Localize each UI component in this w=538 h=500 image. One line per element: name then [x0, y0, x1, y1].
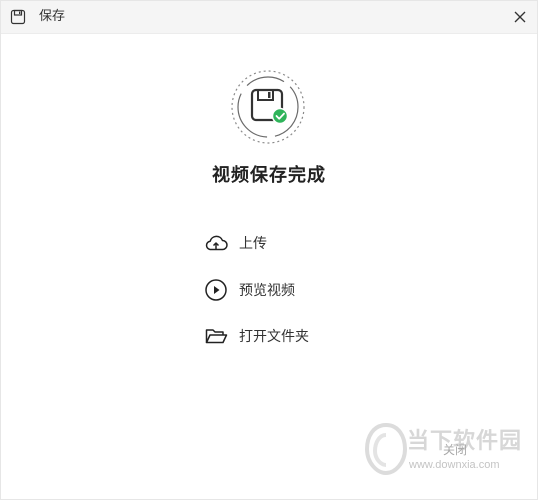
play-circle-icon: [205, 279, 227, 301]
preview-video-button[interactable]: 预览视频: [203, 277, 295, 303]
upload-label: 上传: [239, 236, 267, 252]
open-folder-button[interactable]: 打开文件夹: [203, 323, 309, 349]
save-dialog: 保存 视频保存完成 上传 预览视频 打开文件夹 当下软件园 关闭 www.dow…: [0, 0, 538, 500]
preview-video-label: 预览视频: [239, 283, 295, 299]
window-title: 保存: [39, 9, 66, 24]
open-folder-label: 打开文件夹: [239, 329, 309, 345]
floppy-disk-icon: [10, 9, 26, 25]
close-icon[interactable]: [509, 6, 531, 28]
watermark-url: www.downxia.com: [409, 459, 500, 471]
watermark: 当下软件园 关闭 www.downxia.com: [363, 419, 523, 489]
upload-button[interactable]: 上传: [203, 230, 267, 256]
watermark-logo-icon: [364, 422, 408, 476]
save-complete-icon: [231, 70, 305, 144]
watermark-close-text: 关闭: [443, 443, 468, 457]
completion-heading: 视频保存完成: [212, 165, 326, 186]
folder-open-icon: [205, 329, 228, 344]
cloud-upload-icon: [205, 235, 228, 251]
title-bar: 保存: [1, 1, 537, 34]
